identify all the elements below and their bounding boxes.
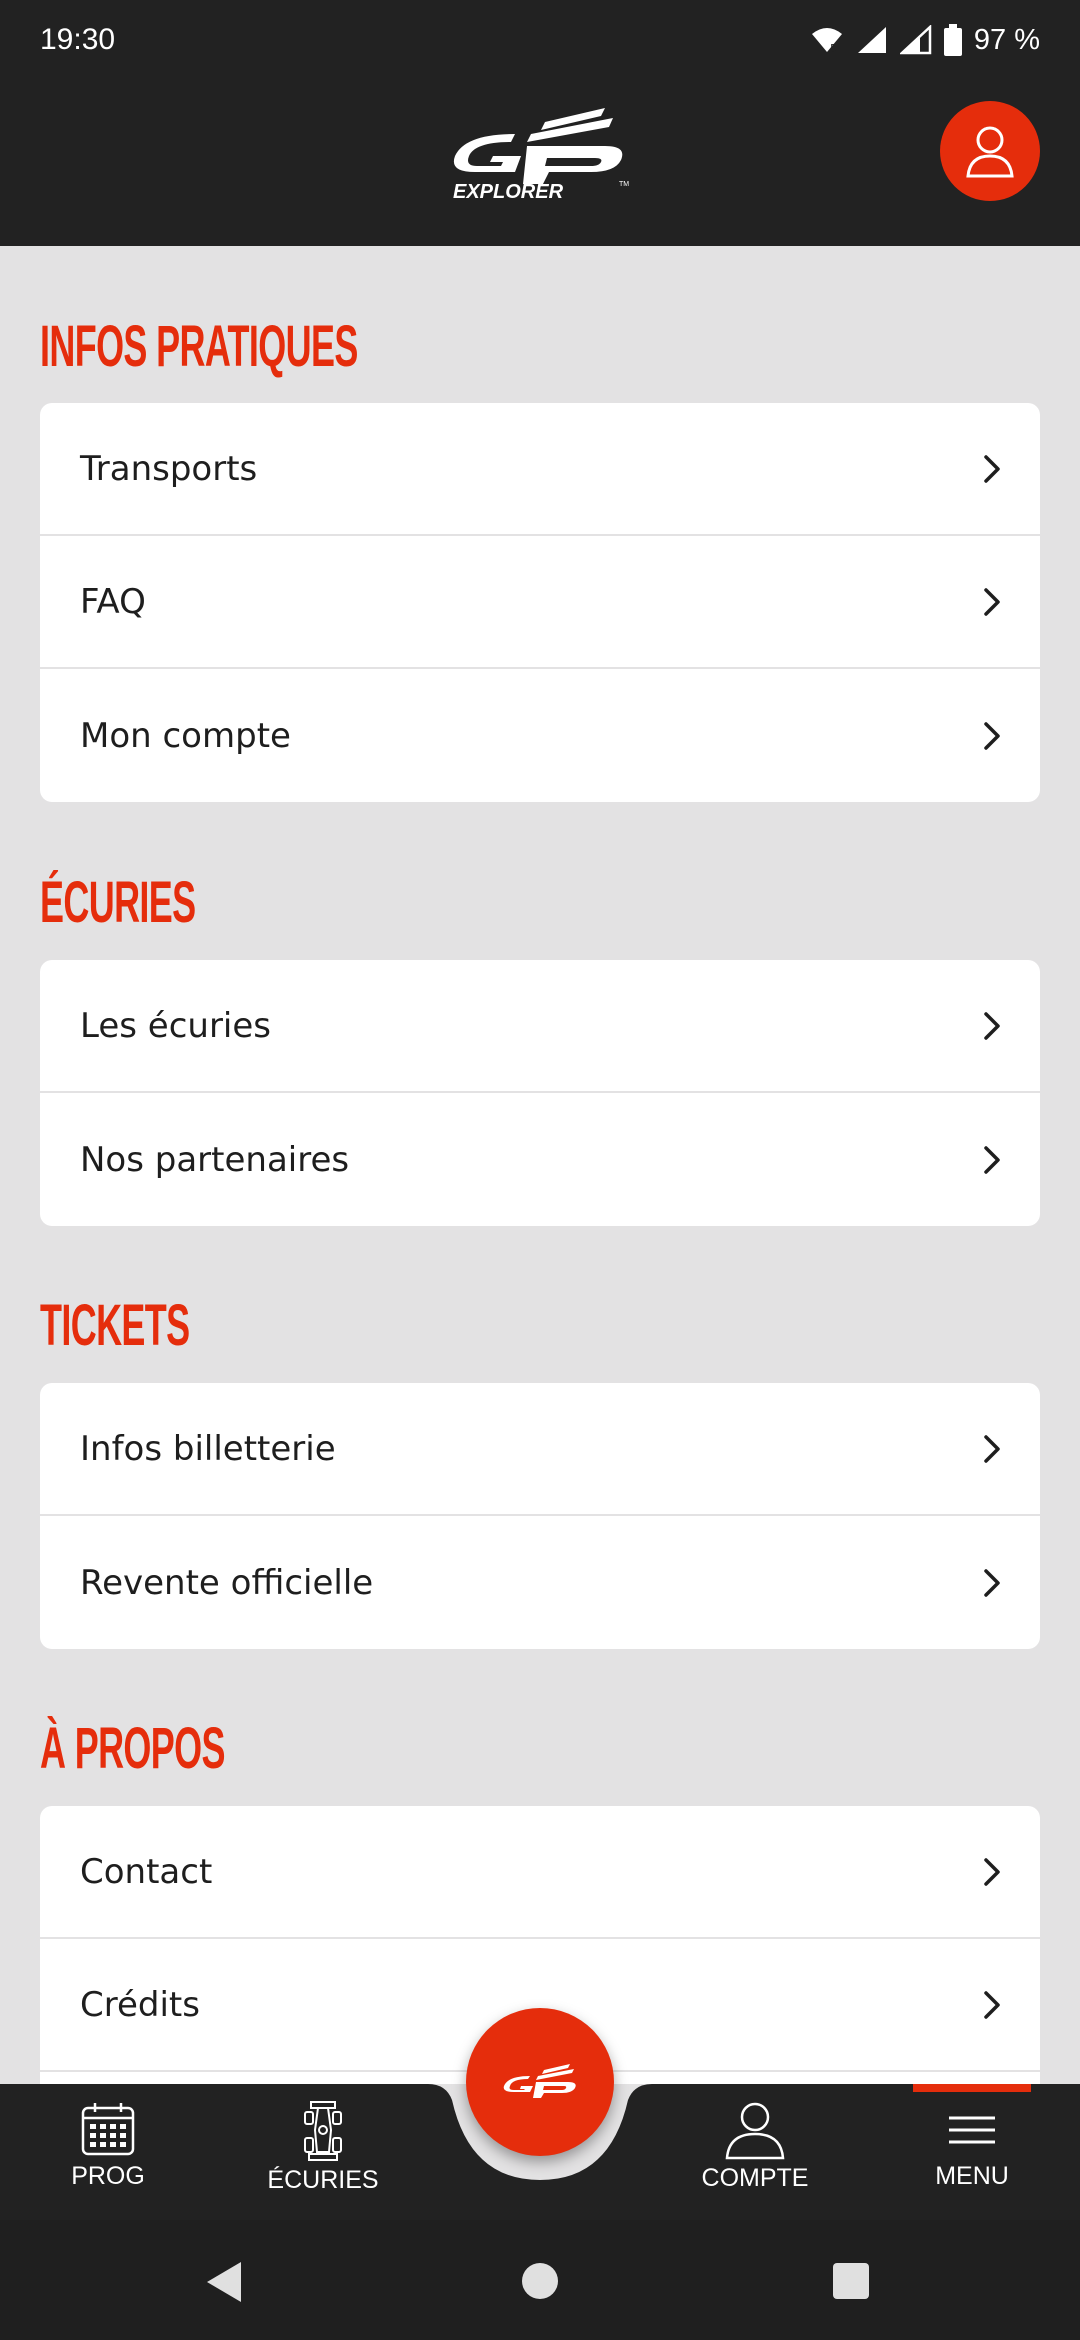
card-tickets: Infos billetterie Revente officielle <box>40 1383 1040 1649</box>
profile-button[interactable] <box>940 101 1040 201</box>
nav-active-indicator <box>913 2084 1031 2092</box>
home-fab-button[interactable] <box>466 2008 614 2156</box>
user-icon <box>725 2102 785 2160</box>
menu-item-label: Crédits <box>80 1984 200 2025</box>
battery-level: 97 % <box>973 23 1040 56</box>
menu-item-label: Infos billetterie <box>80 1428 336 1469</box>
menu-item-label: Contact <box>80 1851 213 1892</box>
battery-icon <box>943 24 962 56</box>
logo-text: EXPLORER <box>453 181 564 200</box>
section-title-a-propos: À PROPOS <box>40 1716 225 1781</box>
card-ecuries: Les écuries Nos partenaires <box>40 960 1040 1226</box>
signal-icon-2 <box>899 25 932 55</box>
status-time: 19:30 <box>40 23 116 56</box>
menu-item-label: Transports <box>80 448 258 489</box>
nav-item-prog[interactable]: PROG <box>28 2100 188 2210</box>
menu-item-label: Les écuries <box>80 1005 272 1046</box>
gp-logo-icon <box>503 2064 576 2098</box>
chevron-right-icon <box>984 1434 1000 1463</box>
race-car-icon <box>304 2101 342 2161</box>
menu-item-nos-partenaires[interactable]: Nos partenaires <box>40 1093 1040 1226</box>
app-header: EXPLORER TM <box>0 80 1080 246</box>
gp-explorer-logo: EXPLORER TM <box>445 100 635 203</box>
status-bar: 19:30 5 97 % <box>0 0 1080 80</box>
svg-text:5: 5 <box>830 42 837 54</box>
status-icons: 5 97 % <box>810 24 1040 57</box>
menu-item-faq[interactable]: FAQ <box>40 536 1040 669</box>
user-icon <box>966 126 1014 178</box>
menu-item-label: Revente officielle <box>80 1562 374 1603</box>
menu-item-label: Nos partenaires <box>80 1139 350 1180</box>
menu-icon <box>949 2116 995 2144</box>
nav-label-prog: PROG <box>71 2162 145 2190</box>
nav-item-ecuries[interactable]: ÉCURIES <box>243 2100 403 2210</box>
chevron-right-icon <box>984 1990 1000 2019</box>
wifi-icon: 5 <box>811 28 842 54</box>
menu-item-label: Mon compte <box>80 715 291 756</box>
nav-item-menu[interactable]: MENU <box>892 2100 1052 2210</box>
svg-text:TM: TM <box>619 181 629 188</box>
chevron-right-icon <box>984 721 1000 750</box>
chevron-right-icon <box>984 1568 1000 1597</box>
menu-item-revente-officielle[interactable]: Revente officielle <box>40 1516 1040 1649</box>
nav-label-menu: MENU <box>935 2162 1009 2190</box>
recents-icon[interactable] <box>832 2262 870 2300</box>
menu-item-contact[interactable]: Contact <box>40 1806 1040 1939</box>
chevron-right-icon <box>984 454 1000 483</box>
calendar-icon <box>81 2103 135 2156</box>
section-title-infos-pratiques: INFOS PRATIQUES <box>40 314 358 379</box>
chevron-right-icon <box>984 1011 1000 1040</box>
home-icon[interactable] <box>521 2262 559 2300</box>
system-nav-bar <box>0 2220 1080 2340</box>
card-infos-pratiques: Transports FAQ Mon compte <box>40 403 1040 802</box>
chevron-right-icon <box>984 587 1000 616</box>
nav-item-compte[interactable]: COMPTE <box>675 2100 835 2210</box>
menu-item-transports[interactable]: Transports <box>40 403 1040 536</box>
menu-item-label: FAQ <box>80 581 146 622</box>
section-title-ecuries: ÉCURIES <box>40 870 196 935</box>
nav-label-compte: COMPTE <box>701 2164 809 2192</box>
section-title-tickets: TICKETS <box>40 1293 190 1358</box>
menu-item-mon-compte[interactable]: Mon compte <box>40 669 1040 802</box>
nav-label-ecuries: ÉCURIES <box>267 2166 379 2194</box>
back-icon[interactable] <box>205 2260 243 2304</box>
menu-item-infos-billetterie[interactable]: Infos billetterie <box>40 1383 1040 1516</box>
chevron-right-icon <box>984 1857 1000 1886</box>
chevron-right-icon <box>984 1145 1000 1174</box>
signal-icon <box>857 27 886 53</box>
menu-item-les-ecuries[interactable]: Les écuries <box>40 960 1040 1093</box>
